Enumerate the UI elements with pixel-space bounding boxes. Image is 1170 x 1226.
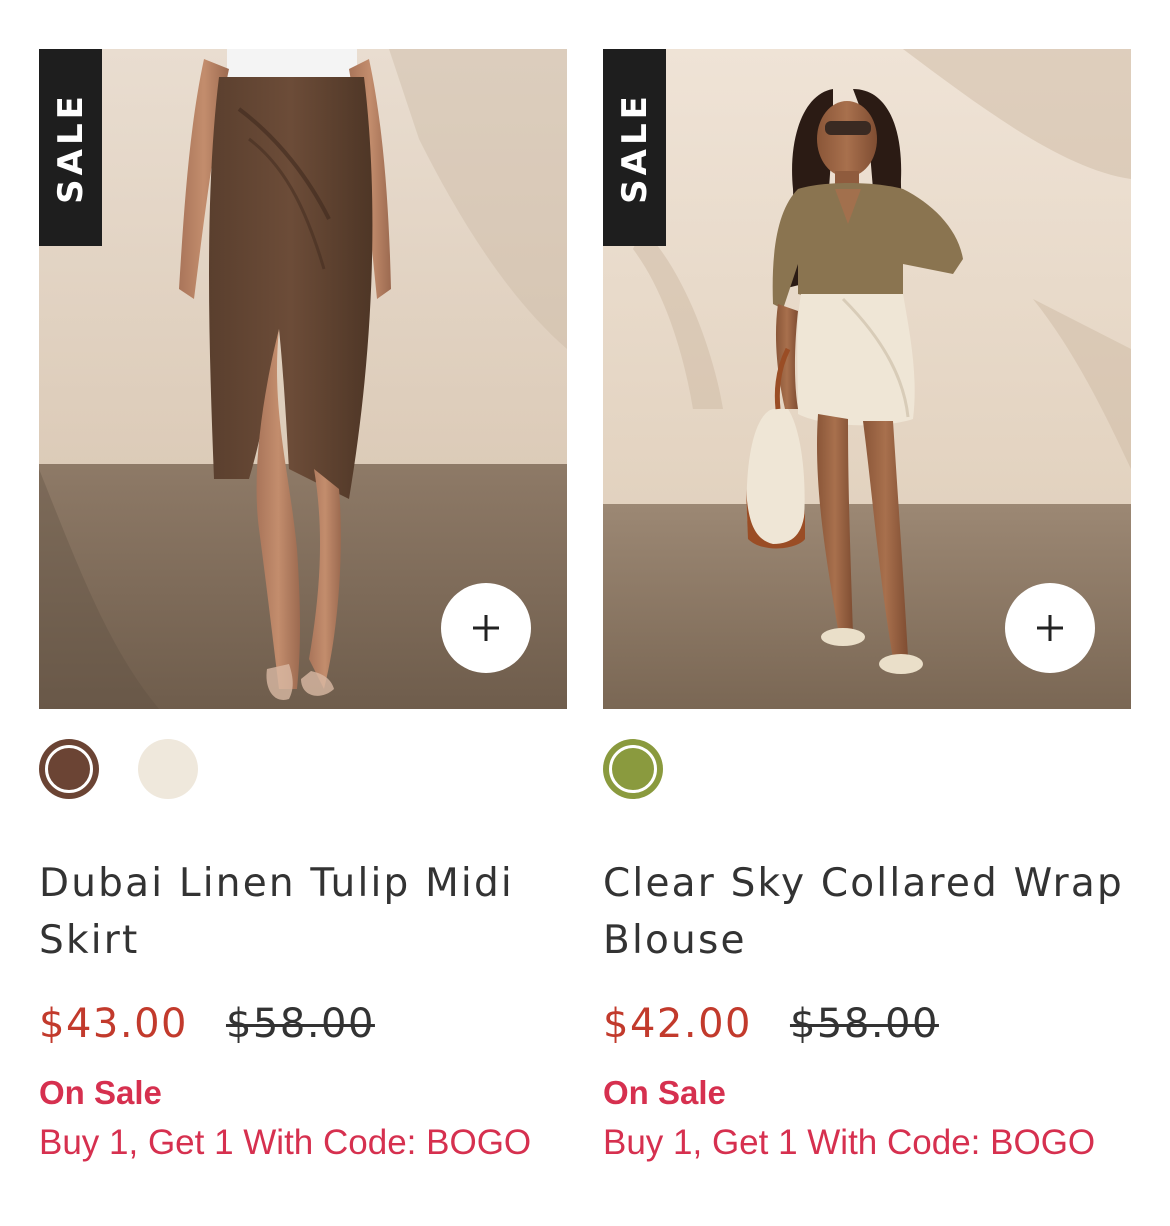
promo-text: Buy 1, Get 1 With Code: BOGO: [39, 1123, 532, 1162]
product-title[interactable]: Clear Sky Collared Wrap Blouse: [603, 855, 1133, 969]
color-swatch-brown[interactable]: [39, 739, 99, 799]
product-title[interactable]: Dubai Linen Tulip Midi Skirt: [39, 855, 569, 969]
price-row: $42.00 $58.00: [603, 1001, 1131, 1047]
original-price: $58.00: [789, 1001, 939, 1047]
sale-badge-label: SALE: [50, 91, 91, 204]
price-row: $43.00 $58.00: [39, 1001, 567, 1047]
color-swatch-cream[interactable]: [138, 739, 198, 799]
product-card[interactable]: SALE Clear Sky Collared Wrap Blouse $42.…: [603, 49, 1131, 1165]
product-grid: SALE Dubai Linen Tulip Midi Skirt $43.00…: [39, 49, 1131, 1165]
sale-badge: SALE: [39, 49, 102, 246]
original-price: $58.00: [225, 1001, 375, 1047]
quick-add-button[interactable]: [441, 583, 531, 673]
promo-title: On Sale: [603, 1074, 726, 1111]
plus-icon: [1037, 615, 1063, 641]
promo-title: On Sale: [39, 1074, 162, 1111]
promo-text: Buy 1, Get 1 With Code: BOGO: [603, 1123, 1096, 1162]
sale-badge-label: SALE: [614, 91, 655, 204]
product-image[interactable]: SALE: [39, 49, 567, 709]
product-card[interactable]: SALE Dubai Linen Tulip Midi Skirt $43.00…: [39, 49, 567, 1165]
sale-price: $42.00: [603, 1001, 752, 1047]
color-swatch-olive[interactable]: [603, 739, 663, 799]
product-image[interactable]: SALE: [603, 49, 1131, 709]
plus-icon: [473, 615, 499, 641]
color-swatches: [39, 739, 567, 799]
sale-badge: SALE: [603, 49, 666, 246]
sale-price: $43.00: [39, 1001, 188, 1047]
color-swatches: [603, 739, 1131, 799]
quick-add-button[interactable]: [1005, 583, 1095, 673]
